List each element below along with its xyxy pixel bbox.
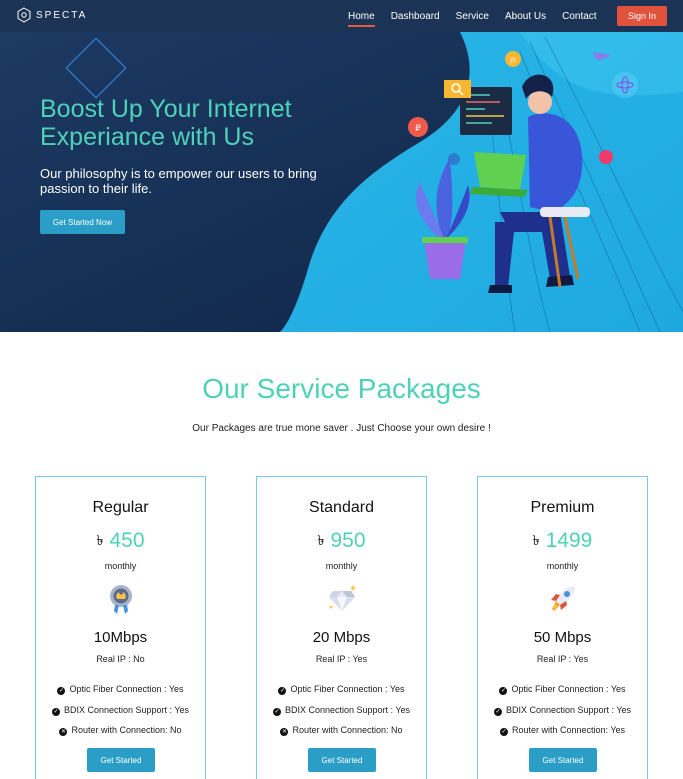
- svg-text:₽: ₽: [415, 124, 421, 134]
- nav-link-home[interactable]: Home: [348, 9, 375, 27]
- currency-symbol: ৳: [317, 532, 325, 548]
- rocket-icon: [551, 586, 575, 611]
- svg-text:JS: JS: [509, 57, 516, 64]
- package-card-regular: Regular ৳ 450 monthly 10Mbps Real IP : No…: [35, 476, 206, 779]
- check-icon: ✓: [499, 728, 508, 736]
- get-started-button[interactable]: Get Started: [308, 748, 376, 772]
- billing-period: monthly: [546, 561, 579, 571]
- billing-period: monthly: [325, 561, 358, 571]
- feature-text: Optic Fiber Connection : Yes: [290, 684, 405, 694]
- package-name: Premium: [530, 499, 595, 516]
- hero-illustration: JS ₽: [408, 51, 638, 293]
- sign-in-button[interactable]: Sign In: [617, 6, 667, 26]
- feature-text: Router with Connection: No: [292, 725, 403, 735]
- check-icon: ✓: [57, 687, 66, 695]
- diamond-icon: [328, 585, 356, 611]
- check-icon: ✓: [493, 708, 502, 716]
- feature-text: Router with Connection: Yes: [511, 725, 626, 735]
- package-speed: 10Mbps: [93, 629, 148, 646]
- feature-item: ✓ BDIX Connection Support : Yes: [36, 705, 205, 716]
- get-started-button[interactable]: Get Started: [87, 748, 155, 772]
- brand-logo[interactable]: SPECTA: [16, 7, 87, 23]
- package-speed: 20 Mbps: [312, 629, 371, 646]
- currency-symbol: ৳: [532, 532, 540, 548]
- check-icon: ✓: [272, 708, 281, 716]
- x-icon: ✕: [59, 728, 68, 736]
- top-navbar: SPECTA Home Dashboard Service About Us C…: [0, 0, 683, 32]
- nav-link-dashboard[interactable]: Dashboard: [391, 9, 440, 24]
- package-name: Standard: [309, 499, 374, 516]
- feature-item: ✕ Router with Connection: No: [36, 725, 205, 736]
- package-price: ৳ 450: [36, 529, 205, 553]
- feature-text: BDIX Connection Support : Yes: [505, 705, 632, 715]
- check-icon: ✓: [51, 708, 60, 716]
- feature-text: Optic Fiber Connection : Yes: [511, 684, 626, 694]
- billing-period: monthly: [104, 561, 137, 571]
- feature-text: BDIX Connection Support : Yes: [284, 705, 411, 715]
- get-started-button[interactable]: Get Started: [529, 748, 597, 772]
- feature-item: ✓ BDIX Connection Support : Yes: [257, 705, 426, 716]
- section-subtitle: Our Packages are true mone saver . Just …: [192, 423, 491, 434]
- logo-icon: [17, 7, 31, 23]
- section-title: Our Service Packages: [202, 373, 481, 404]
- package-price: ৳ 950: [257, 529, 426, 553]
- logo-text: SPECTA: [36, 9, 88, 21]
- price-amount: 450: [109, 529, 145, 552]
- package-speed: 50 Mbps: [533, 629, 592, 646]
- package-card-standard: Standard ৳ 950 monthly 20 Mbps Real IP : …: [256, 476, 427, 779]
- package-price: ৳ 1499: [478, 529, 647, 553]
- feature-item: ✓ Optic Fiber Connection : Yes: [478, 684, 647, 695]
- price-amount: 950: [330, 529, 366, 552]
- hero-section: JS ₽ Boost Up Your Internet Experiance w…: [0, 32, 683, 332]
- real-ip: Real IP : No: [96, 654, 145, 664]
- nav-links: Home Dashboard Service About Us Contact: [348, 0, 613, 32]
- package-card-premium: Premium ৳ 1499 monthly 50 Mbps Real IP : …: [477, 476, 648, 779]
- hero-subtitle: Our philosophy is to empower our users t…: [40, 166, 317, 196]
- package-name: Regular: [92, 499, 149, 516]
- hero-title: Boost Up Your Internet Experiance with U…: [40, 95, 292, 151]
- medal-icon: [110, 585, 132, 614]
- feature-text: BDIX Connection Support : Yes: [63, 705, 190, 715]
- feature-item: ✓ Optic Fiber Connection : Yes: [257, 684, 426, 695]
- get-started-now-button[interactable]: Get Started Now: [40, 210, 125, 234]
- check-icon: ✓: [499, 687, 508, 695]
- feature-item: ✓ Optic Fiber Connection : Yes: [36, 684, 205, 695]
- nav-link-service[interactable]: Service: [456, 9, 489, 24]
- feature-item: ✓ Router with Connection: Yes: [478, 725, 647, 736]
- real-ip: Real IP : Yes: [536, 654, 589, 664]
- feature-item: ✕ Router with Connection: No: [257, 725, 426, 736]
- price-amount: 1499: [545, 529, 593, 552]
- nav-link-about[interactable]: About Us: [505, 9, 546, 24]
- feature-item: ✓ BDIX Connection Support : Yes: [478, 705, 647, 716]
- feature-text: Optic Fiber Connection : Yes: [69, 684, 184, 694]
- nav-link-contact[interactable]: Contact: [562, 9, 596, 24]
- real-ip: Real IP : Yes: [315, 654, 368, 664]
- x-icon: ✕: [280, 728, 289, 736]
- check-icon: ✓: [278, 687, 287, 695]
- feature-text: Router with Connection: No: [71, 725, 182, 735]
- currency-symbol: ৳: [96, 532, 104, 548]
